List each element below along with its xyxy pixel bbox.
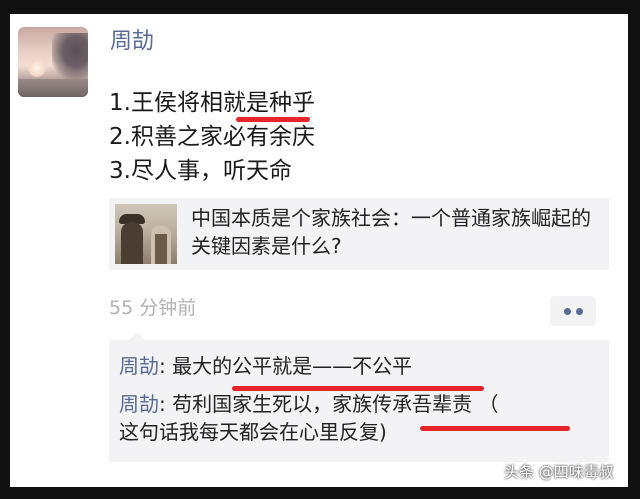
post-author-name[interactable]: 周劼 — [110, 28, 154, 56]
post-text-line-1: 1.王侯将相就是种乎 — [109, 90, 315, 116]
photo-border-right — [628, 0, 640, 499]
comments-pointer — [129, 332, 145, 340]
comment-text: 最大的公平就是——不公平 — [172, 354, 413, 378]
comment-row[interactable]: 周劼: 苟利国家生死以，家族传承吾辈责 （ — [119, 390, 498, 418]
comment-author[interactable]: 周劼 — [119, 392, 159, 416]
thumbnail-person — [121, 222, 143, 264]
photo-border-left — [0, 0, 10, 499]
avatar-tree — [52, 33, 88, 79]
photo-border-bottom — [0, 487, 640, 499]
shared-article-card[interactable]: 中国本质是个家族社会：一个普通家族崛起的关键因素是什么? — [109, 198, 609, 270]
red-underline-mark — [420, 426, 570, 431]
thumbnail-horse-shade — [155, 234, 167, 264]
avatar-sun — [28, 59, 46, 77]
comment-author[interactable]: 周劼 — [119, 354, 159, 378]
comment-row[interactable]: 周劼: 最大的公平就是——不公平 — [119, 352, 412, 380]
post-text-line-2: 2.积善之家必有余庆 — [109, 124, 315, 150]
red-underline-mark — [236, 117, 310, 122]
comment-separator: : — [159, 392, 173, 416]
article-title: 中国本质是个家族社会：一个普通家族崛起的关键因素是什么? — [191, 206, 591, 258]
more-dot-icon — [564, 308, 571, 315]
article-thumbnail — [115, 204, 177, 264]
post-timestamp: 55 分钟前 — [109, 297, 197, 319]
photo-border-top — [0, 0, 640, 14]
watermark: 头条 @四味毒叔 — [504, 463, 614, 481]
more-actions-button[interactable] — [550, 296, 596, 326]
comment-separator: : — [159, 354, 173, 378]
red-underline-mark — [232, 386, 484, 391]
avatar-ground — [18, 79, 88, 97]
avatar[interactable] — [18, 27, 88, 97]
more-dot-icon — [576, 308, 583, 315]
comment-text-continued: 这句话我每天都会在心里反复) — [119, 420, 387, 444]
post-text-line-3: 3.尽人事，听天命 — [109, 158, 292, 184]
comments-section: 周劼: 最大的公平就是——不公平 周劼: 苟利国家生死以，家族传承吾辈责 （ 这… — [109, 332, 609, 462]
comment-text: 苟利国家生死以，家族传承吾辈责 （ — [172, 392, 499, 416]
